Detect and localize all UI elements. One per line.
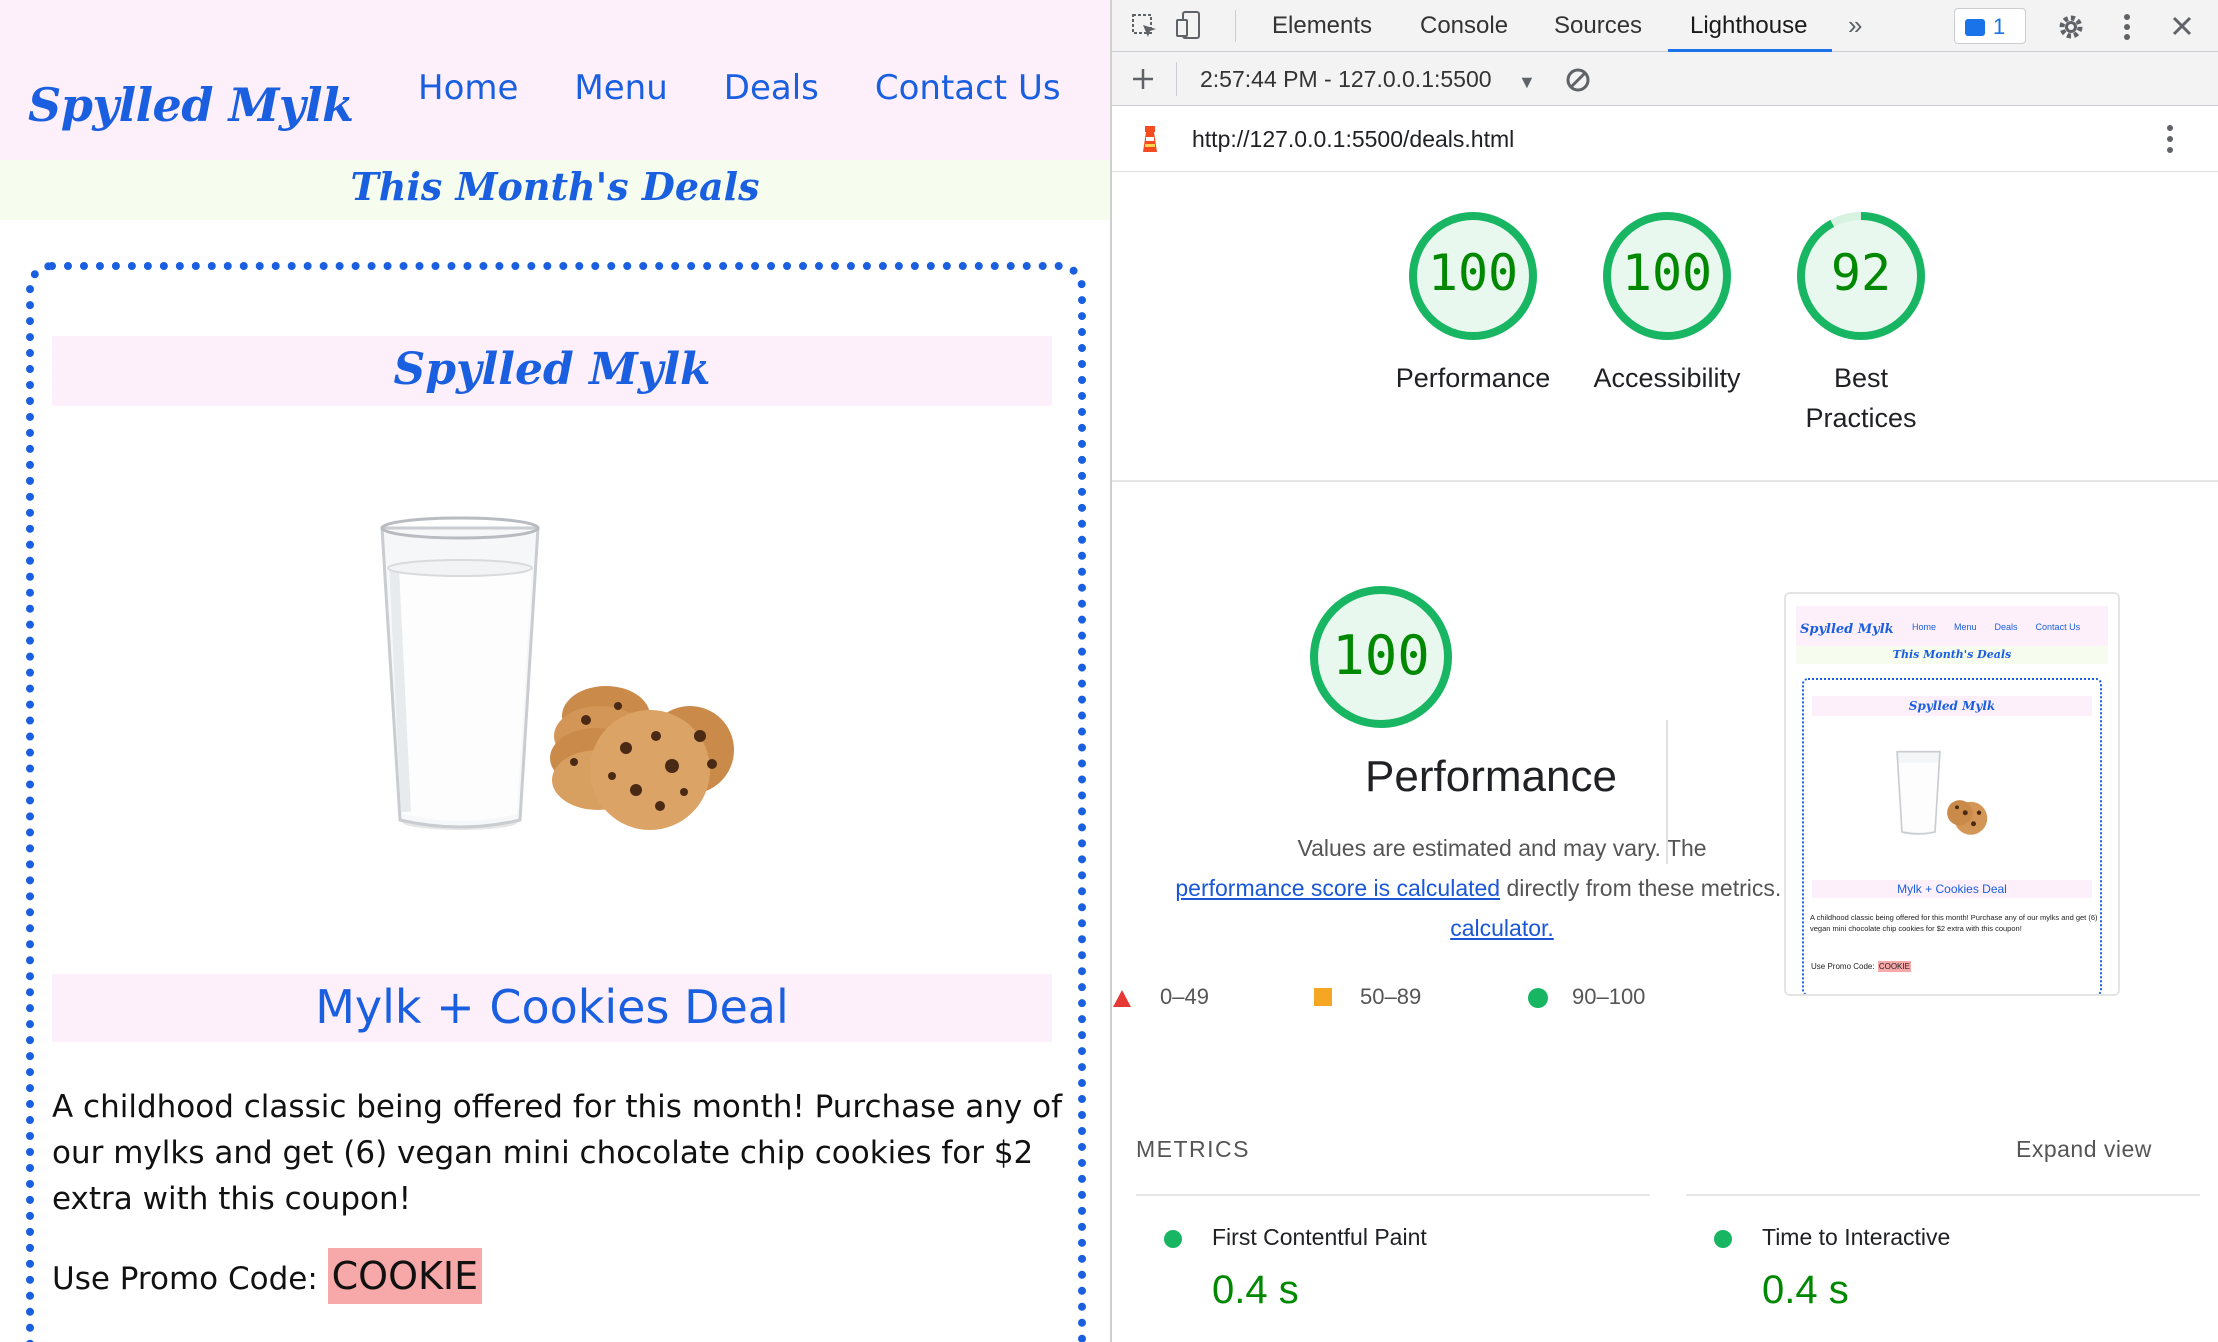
average-square-icon	[1314, 988, 1332, 1006]
metric-divider	[1136, 1194, 1650, 1196]
issues-counter-button[interactable]: 1	[1954, 8, 2026, 44]
gauge-score: 100	[1427, 244, 1519, 302]
chevron-double-right-icon[interactable]: »	[1848, 11, 1862, 39]
thumb-promo-code: COOKIE	[1877, 961, 1911, 972]
website-viewport: Spylled Mylk Home Menu Deals Contact Us …	[0, 0, 1110, 1342]
gauge-performance[interactable]: 100	[1407, 210, 1539, 342]
performance-description: Values are estimated and may vary. The p…	[1132, 828, 1872, 948]
tab-elements[interactable]: Elements	[1272, 12, 1372, 40]
gauge-score: 100	[1332, 624, 1430, 687]
gauge-label: Performance	[1395, 363, 1551, 393]
lighthouse-logo-icon	[1143, 126, 1157, 152]
deals-banner: This Month's Deals	[0, 160, 1110, 220]
thumb-nav-item: Menu	[1954, 622, 1977, 632]
thumb-nav-item: Contact Us	[2035, 622, 2081, 632]
deal-description: A childhood classic being offered for th…	[52, 1089, 1062, 1217]
nav-link-home[interactable]: Home	[418, 68, 518, 108]
metrics-heading: METRICS	[1136, 1136, 1250, 1162]
chevron-down-icon[interactable]: ▼	[1518, 68, 1536, 96]
legend-range-pass: 90–100	[1572, 984, 1646, 1009]
tab-sources[interactable]: Sources	[1554, 12, 1642, 40]
devtools-tab-bar: Elements Console Sources Lighthouse » 1	[1112, 0, 2218, 52]
metric-value: 0.4 s	[1212, 1268, 1299, 1312]
gauge-accessibility[interactable]: 100	[1601, 210, 1733, 342]
milk-and-cookies-image	[380, 516, 734, 830]
promo-line: Use Promo Code: COOKIE	[52, 1248, 483, 1304]
clear-icon[interactable]	[1564, 66, 1592, 94]
thumb-promo: Use Promo Code: COOKIE	[1810, 961, 1911, 972]
deals-banner-title: This Month's Deals	[350, 164, 760, 209]
site-nav: Home Menu Deals Contact Us	[418, 68, 1061, 108]
fail-triangle-icon	[1113, 990, 1131, 1007]
pass-circle-icon	[1164, 1230, 1182, 1248]
thumb-description: A childhood classic being offered for th…	[1810, 913, 2098, 933]
thumb-nav-item: Home	[1912, 622, 1937, 632]
legend-range-fail: 0–49	[1160, 984, 1209, 1009]
close-icon[interactable]	[2170, 14, 2194, 38]
gauge-label: Accessibility	[1593, 363, 1741, 393]
deal-title-bar: Mylk + Cookies Deal	[52, 974, 1052, 1042]
section-divider	[1666, 720, 1668, 864]
more-options-icon[interactable]	[2165, 122, 2175, 156]
card-title: Spylled Mylk	[393, 344, 711, 395]
promo-code: COOKIE	[327, 1248, 483, 1304]
tab-lighthouse[interactable]: Lighthouse	[1690, 12, 1807, 40]
metric-name: First Contentful Paint	[1212, 1224, 1427, 1250]
gauge-best-practices[interactable]: 92	[1795, 210, 1927, 342]
pass-circle-icon	[1714, 1230, 1732, 1248]
devtools-panel: Elements Console Sources Lighthouse » 1 …	[1112, 0, 2218, 1342]
tab-console[interactable]: Console	[1420, 12, 1508, 40]
performance-heading: Performance	[1365, 752, 1617, 801]
message-icon	[1965, 19, 1985, 36]
toolbar-separator	[1235, 10, 1236, 42]
thumb-deal-title: Mylk + Cookies Deal	[1812, 880, 2092, 898]
pass-circle-icon	[1528, 988, 1548, 1008]
inspect-element-icon[interactable]	[1130, 12, 1160, 42]
metric-value: 0.4 s	[1762, 1268, 1849, 1312]
thumb-milk-cookies-image	[1896, 750, 1988, 835]
issues-count: 1	[1993, 14, 2006, 39]
expand-view-toggle[interactable]: Expand view	[2016, 1136, 2152, 1163]
thumb-logo: Spylled Mylk	[1800, 622, 1894, 637]
plus-icon[interactable]	[1130, 66, 1156, 92]
metric-divider	[1686, 1194, 2200, 1196]
description-text: Values are estimated and may vary. The	[1297, 835, 1707, 861]
thumb-banner: This Month's Deals	[1796, 646, 2108, 664]
final-screenshot-thumbnail[interactable]: Spylled Mylk Home Menu Deals Contact Us …	[1784, 592, 2120, 996]
metric-name: Time to Interactive	[1762, 1224, 1951, 1250]
nav-link-contact[interactable]: Contact Us	[875, 68, 1061, 108]
thumb-card-title: Spylled Mylk	[1812, 696, 2092, 716]
gauge-score: 100	[1621, 244, 1713, 302]
report-url[interactable]: http://127.0.0.1:5500/deals.html	[1192, 126, 1514, 153]
report-url-bar: http://127.0.0.1:5500/deals.html	[1112, 106, 2218, 172]
thumb-nav-item: Deals	[1994, 622, 2018, 632]
lighthouse-toolbar: 2:57:44 PM - 127.0.0.1:5500 ▼	[1112, 52, 2218, 106]
legend-range-average: 50–89	[1360, 984, 1422, 1009]
toolbar-separator	[1176, 62, 1177, 96]
device-toolbar-icon[interactable]	[1174, 10, 1204, 42]
gear-icon[interactable]	[2056, 12, 2086, 42]
gauge-label: Best Practices	[1805, 363, 1917, 433]
site-logo[interactable]: Spylled Mylk	[28, 78, 354, 132]
card-title-bar: Spylled Mylk	[52, 336, 1052, 406]
score-calculation-link[interactable]: performance score is calculated	[1175, 875, 1500, 901]
promo-label: Use Promo Code:	[52, 1261, 318, 1297]
deal-title: Mylk + Cookies Deal	[315, 980, 789, 1034]
thumb-nav: Home Menu Deals Contact Us	[1912, 622, 2080, 632]
nav-link-menu[interactable]: Menu	[574, 68, 667, 108]
report-selector[interactable]: 2:57:44 PM - 127.0.0.1:5500	[1200, 66, 1492, 93]
gauge-performance-large: 100	[1308, 584, 1454, 730]
more-options-icon[interactable]	[2122, 12, 2132, 42]
description-text: directly from these metrics.	[1506, 875, 1782, 901]
section-divider	[1112, 480, 2218, 482]
gauge-score: 92	[1830, 244, 1892, 302]
thumb-promo-label: Use Promo Code:	[1811, 962, 1875, 971]
nav-link-deals[interactable]: Deals	[724, 68, 819, 108]
